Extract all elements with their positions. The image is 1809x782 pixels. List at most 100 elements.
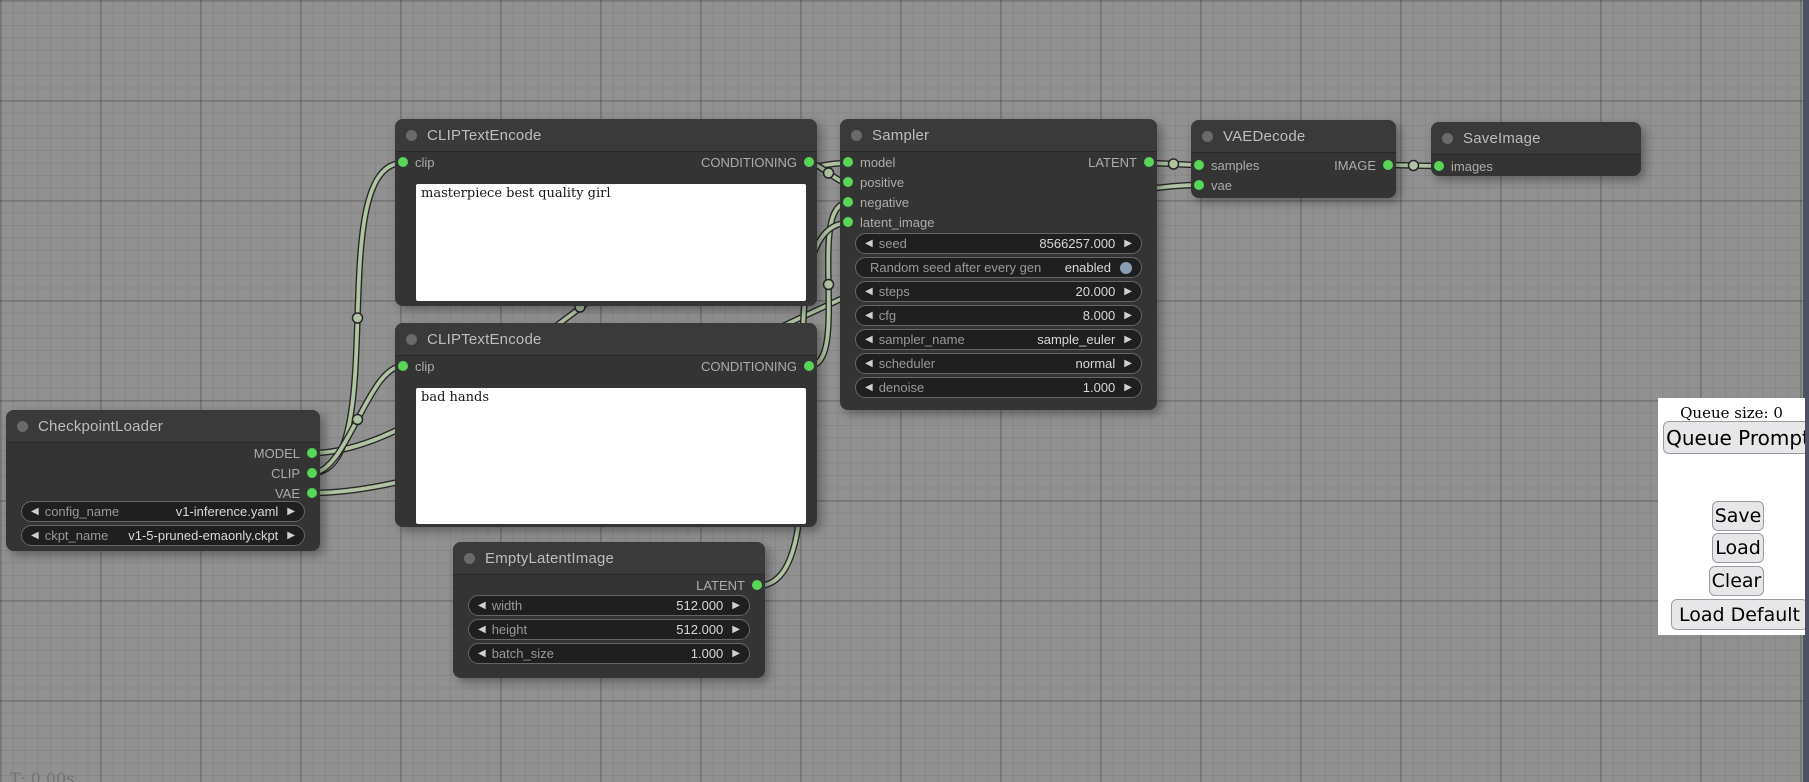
widget-steps[interactable]: ◀ steps 20.000 ▶ bbox=[855, 281, 1142, 302]
widget-batch-size[interactable]: ◀ batch_size 1.000 ▶ bbox=[468, 643, 750, 664]
slot-dot-icon[interactable] bbox=[1144, 157, 1154, 167]
output-slot-latent[interactable]: LATENT bbox=[696, 575, 762, 595]
node-title-bar[interactable]: VAEDecode bbox=[1191, 120, 1396, 153]
output-slot-latent[interactable]: LATENT bbox=[1088, 152, 1154, 172]
node-clip-text-encode-positive[interactable]: CLIPTextEncode clip CONDITIONING masterp… bbox=[395, 119, 817, 306]
widget-height[interactable]: ◀ height 512.000 ▶ bbox=[468, 619, 750, 640]
output-slot-conditioning[interactable]: CONDITIONING bbox=[701, 356, 814, 376]
slot-dot-icon[interactable] bbox=[398, 157, 408, 167]
input-slot-clip[interactable]: clip bbox=[398, 152, 435, 172]
load-default-button[interactable]: Load Default bbox=[1671, 599, 1805, 630]
widget-denoise[interactable]: ◀ denoise 1.000 ▶ bbox=[855, 377, 1142, 398]
arrow-right-icon[interactable]: ▶ bbox=[1124, 335, 1132, 345]
node-collapse-dot[interactable] bbox=[406, 130, 417, 141]
output-slot-image[interactable]: IMAGE bbox=[1334, 155, 1393, 175]
slot-dot-icon[interactable] bbox=[843, 217, 853, 227]
slot-dot-icon[interactable] bbox=[1194, 180, 1204, 190]
arrow-left-icon[interactable]: ◀ bbox=[865, 287, 873, 297]
node-collapse-dot[interactable] bbox=[1442, 133, 1453, 144]
arrow-left-icon[interactable]: ◀ bbox=[478, 625, 486, 635]
negative-prompt-textarea[interactable]: bad hands bbox=[416, 388, 806, 524]
slot-dot-icon[interactable] bbox=[843, 177, 853, 187]
node-clip-text-encode-negative[interactable]: CLIPTextEncode clip CONDITIONING bad han… bbox=[395, 323, 817, 527]
arrow-left-icon[interactable]: ◀ bbox=[478, 649, 486, 659]
arrow-right-icon[interactable]: ▶ bbox=[1124, 311, 1132, 321]
input-slot-samples[interactable]: samples bbox=[1194, 155, 1259, 175]
input-slot-vae[interactable]: vae bbox=[1194, 175, 1232, 195]
node-checkpoint-loader[interactable]: CheckpointLoader MODEL CLIP VAE ◀ config… bbox=[6, 410, 320, 551]
node-title-bar[interactable]: EmptyLatentImage bbox=[453, 542, 765, 575]
slot-dot-icon[interactable] bbox=[307, 448, 317, 458]
save-button[interactable]: Save bbox=[1712, 501, 1764, 531]
output-slot-clip[interactable]: CLIP bbox=[271, 463, 317, 483]
widget-sampler-name[interactable]: ◀ sampler_name sample_euler ▶ bbox=[855, 329, 1142, 350]
input-slot-images[interactable]: images bbox=[1434, 156, 1493, 176]
node-collapse-dot[interactable] bbox=[1202, 131, 1213, 142]
slot-dot-icon[interactable] bbox=[1383, 160, 1393, 170]
node-collapse-dot[interactable] bbox=[851, 130, 862, 141]
node-title-bar[interactable]: CheckpointLoader bbox=[6, 410, 320, 443]
slot-dot-icon[interactable] bbox=[843, 197, 853, 207]
arrow-left-icon[interactable]: ◀ bbox=[31, 531, 39, 541]
widget-seed[interactable]: ◀ seed 8566257.000 ▶ bbox=[855, 233, 1142, 254]
slot-dot-icon[interactable] bbox=[804, 157, 814, 167]
slot-dot-icon[interactable] bbox=[1434, 161, 1444, 171]
node-title-bar[interactable]: CLIPTextEncode bbox=[395, 119, 817, 152]
input-slot-negative[interactable]: negative bbox=[843, 192, 909, 212]
widget-random-seed-toggle[interactable]: Random seed after every gen enabled bbox=[855, 257, 1142, 278]
slot-dot-icon[interactable] bbox=[804, 361, 814, 371]
clear-button[interactable]: Clear bbox=[1709, 566, 1764, 596]
arrow-left-icon[interactable]: ◀ bbox=[865, 383, 873, 393]
widget-scheduler[interactable]: ◀ scheduler normal ▶ bbox=[855, 353, 1142, 374]
node-vae-decode[interactable]: VAEDecode samples IMAGE vae bbox=[1191, 120, 1396, 198]
node-save-image[interactable]: SaveImage images bbox=[1431, 122, 1641, 176]
load-button[interactable]: Load bbox=[1712, 533, 1764, 563]
widget-width[interactable]: ◀ width 512.000 ▶ bbox=[468, 595, 750, 616]
arrow-right-icon[interactable]: ▶ bbox=[287, 507, 295, 517]
arrow-right-icon[interactable]: ▶ bbox=[1124, 383, 1132, 393]
positive-prompt-textarea[interactable]: masterpiece best quality girl bbox=[416, 184, 806, 301]
input-slot-latent-image[interactable]: latent_image bbox=[843, 212, 934, 232]
arrow-left-icon[interactable]: ◀ bbox=[865, 359, 873, 369]
slot-dot-icon[interactable] bbox=[1194, 160, 1204, 170]
widget-cfg[interactable]: ◀ cfg 8.000 ▶ bbox=[855, 305, 1142, 326]
widget-config-name[interactable]: ◀ config_name v1-inference.yaml ▶ bbox=[21, 501, 305, 522]
arrow-right-icon[interactable]: ▶ bbox=[1124, 239, 1132, 249]
node-collapse-dot[interactable] bbox=[406, 334, 417, 345]
page-scrollbar[interactable] bbox=[1803, 0, 1809, 782]
arrow-left-icon[interactable]: ◀ bbox=[865, 239, 873, 249]
arrow-right-icon[interactable]: ▶ bbox=[732, 649, 740, 659]
queue-prompt-button[interactable]: Queue Prompt bbox=[1663, 421, 1805, 454]
arrow-right-icon[interactable]: ▶ bbox=[732, 601, 740, 611]
output-slot-model[interactable]: MODEL bbox=[254, 443, 317, 463]
node-title-bar[interactable]: SaveImage bbox=[1431, 122, 1641, 155]
node-empty-latent-image[interactable]: EmptyLatentImage LATENT ◀ width 512.000 … bbox=[453, 542, 765, 678]
input-slot-model[interactable]: model bbox=[843, 152, 895, 172]
output-slot-vae[interactable]: VAE bbox=[275, 483, 317, 503]
input-slot-clip[interactable]: clip bbox=[398, 356, 435, 376]
arrow-right-icon[interactable]: ▶ bbox=[1124, 359, 1132, 369]
slot-dot-icon[interactable] bbox=[843, 157, 853, 167]
output-slot-conditioning[interactable]: CONDITIONING bbox=[701, 152, 814, 172]
arrow-right-icon[interactable]: ▶ bbox=[732, 625, 740, 635]
graph-canvas[interactable]: { "queue_panel": { "queue_size": "Queue … bbox=[0, 0, 1809, 782]
node-collapse-dot[interactable] bbox=[464, 553, 475, 564]
arrow-right-icon[interactable]: ▶ bbox=[1124, 287, 1132, 297]
slot-dot-icon[interactable] bbox=[307, 488, 317, 498]
arrow-right-icon[interactable]: ▶ bbox=[287, 531, 295, 541]
arrow-left-icon[interactable]: ◀ bbox=[865, 311, 873, 321]
node-sampler[interactable]: Sampler model LATENT positive negative l… bbox=[840, 119, 1157, 410]
toggle-on-icon[interactable] bbox=[1120, 262, 1132, 274]
slot-dot-icon[interactable] bbox=[398, 361, 408, 371]
slot-dot-icon[interactable] bbox=[752, 580, 762, 590]
node-title-bar[interactable]: CLIPTextEncode bbox=[395, 323, 817, 356]
node-collapse-dot[interactable] bbox=[17, 421, 28, 432]
slot-dot-icon[interactable] bbox=[307, 468, 317, 478]
widget-ckpt-name[interactable]: ◀ ckpt_name v1-5-pruned-emaonly.ckpt ▶ bbox=[21, 525, 305, 546]
arrow-left-icon[interactable]: ◀ bbox=[31, 507, 39, 517]
arrow-left-icon[interactable]: ◀ bbox=[865, 335, 873, 345]
node-title-bar[interactable]: Sampler bbox=[840, 119, 1157, 152]
input-slot-positive[interactable]: positive bbox=[843, 172, 904, 192]
slot-label: VAE bbox=[275, 486, 300, 501]
arrow-left-icon[interactable]: ◀ bbox=[478, 601, 486, 611]
